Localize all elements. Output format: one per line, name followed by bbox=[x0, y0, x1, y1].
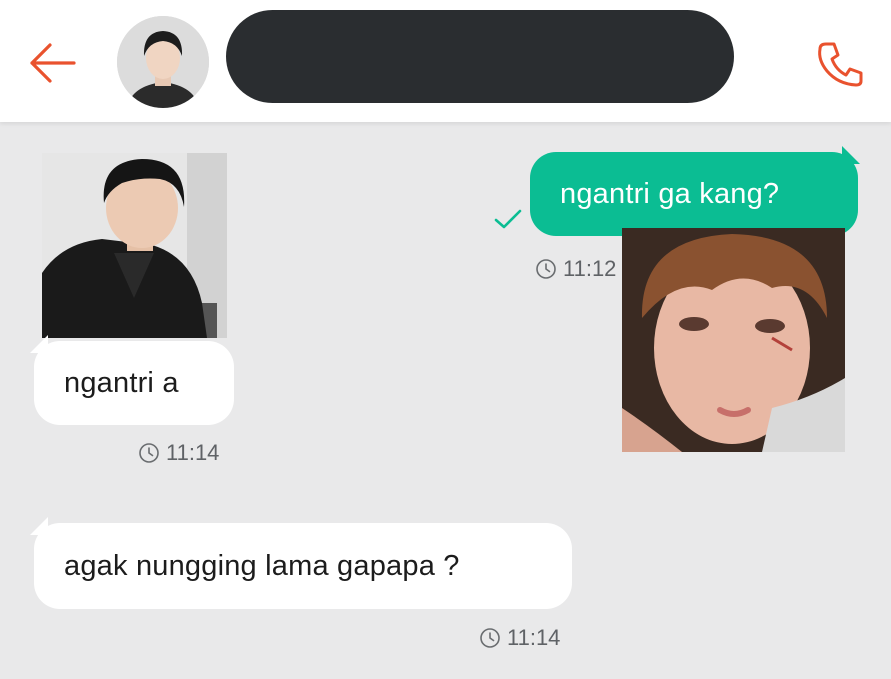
outgoing-photo[interactable] bbox=[622, 228, 845, 452]
incoming-message-bubble[interactable]: agak nungging lama gapapa ? bbox=[34, 523, 572, 609]
arrow-left-icon bbox=[30, 43, 76, 83]
incoming-message-bubble[interactable]: ngantri a bbox=[34, 341, 234, 425]
clock-icon bbox=[536, 259, 556, 279]
timestamp-text: 11:12 bbox=[563, 256, 617, 281]
message-timestamp: 11:14 bbox=[479, 625, 560, 651]
timestamp-text: 11:14 bbox=[166, 440, 220, 465]
contact-name-redacted[interactable] bbox=[226, 10, 734, 103]
incoming-photo[interactable] bbox=[42, 153, 227, 338]
phone-icon bbox=[818, 42, 863, 87]
call-button[interactable] bbox=[812, 38, 868, 90]
message-text: ngantri ga kang? bbox=[560, 177, 780, 210]
back-button[interactable] bbox=[24, 38, 80, 88]
timestamp-text: 11:14 bbox=[507, 625, 561, 650]
contact-avatar[interactable] bbox=[117, 16, 209, 108]
chat-header bbox=[0, 0, 891, 122]
bubble-tail bbox=[30, 517, 48, 535]
clock-icon bbox=[139, 443, 159, 463]
message-timestamp: 11:14 bbox=[138, 440, 219, 466]
check-icon bbox=[494, 209, 522, 229]
clock-icon bbox=[480, 628, 500, 648]
message-text: agak nungging lama gapapa ? bbox=[64, 549, 460, 582]
bubble-tail bbox=[842, 146, 860, 164]
outgoing-message-bubble[interactable]: ngantri ga kang? bbox=[530, 152, 858, 236]
message-timestamp: 11:12 bbox=[535, 256, 616, 282]
bubble-tail bbox=[30, 335, 48, 353]
avatar-photo bbox=[117, 16, 209, 108]
selfie-image bbox=[42, 153, 227, 338]
message-text: ngantri a bbox=[64, 366, 179, 399]
portrait-image bbox=[622, 228, 845, 452]
